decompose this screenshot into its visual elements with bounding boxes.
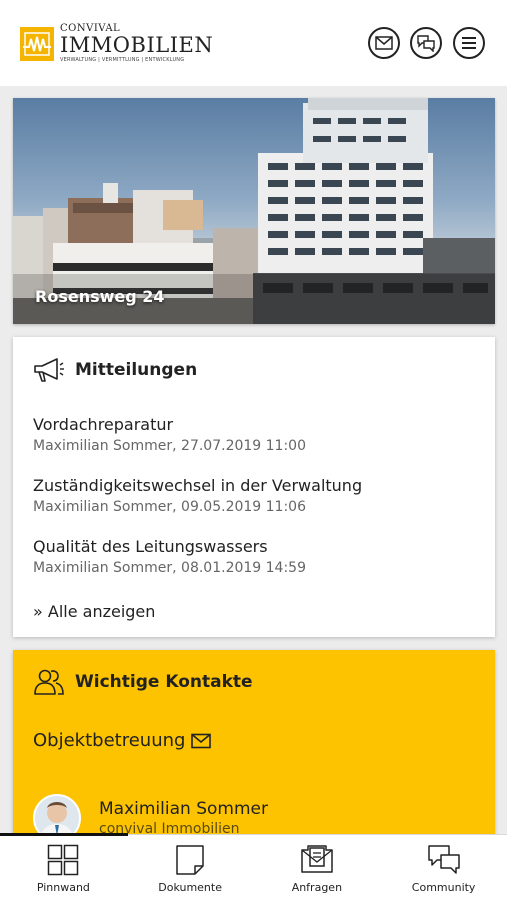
- tab-label: Dokumente: [158, 881, 222, 894]
- tab-label: Community: [411, 881, 476, 894]
- inquiry-icon: [301, 845, 333, 873]
- mail-icon: [191, 733, 212, 748]
- property-hero[interactable]: Rosensweg 24: [13, 98, 495, 324]
- contacts-icon: [34, 669, 64, 695]
- section-label: Objektbetreuung: [33, 730, 186, 751]
- logo-tagline: VERWALTUNG | VERMITTLUNG | ENTWICKLUNG: [60, 57, 185, 63]
- tab-label: Anfragen: [291, 881, 343, 894]
- message-meta: Maximilian Sommer, 09.05.2019 11:06: [33, 499, 306, 515]
- mail-button[interactable]: [368, 27, 400, 59]
- grid-icon: [48, 844, 79, 876]
- logo-mark-icon: [20, 26, 54, 61]
- objektbetreuung-link[interactable]: Objektbetreuung: [33, 730, 212, 751]
- menu-icon: [462, 37, 476, 49]
- menu-button[interactable]: [453, 27, 485, 59]
- megaphone-icon: [34, 358, 64, 382]
- document-icon: [176, 845, 204, 875]
- messages-title: Mitteilungen: [75, 360, 198, 380]
- show-all-link[interactable]: » Alle anzeigen: [33, 602, 155, 621]
- logo-big-text: IMMOBILIEN: [60, 33, 214, 57]
- tab-pinnwand[interactable]: Pinnwand: [0, 835, 127, 900]
- company-logo[interactable]: CONVIVAL IMMOBILIEN VERWALTUNG | VERMITT…: [20, 24, 213, 63]
- community-chat-icon: [427, 845, 460, 874]
- person-text: Maximilian Sommer convival Immobilien: [99, 799, 268, 837]
- mail-icon: [375, 36, 393, 50]
- bottom-tab-bar: Pinnwand Dokumente Anfragen Community: [0, 833, 507, 900]
- message-title: Zuständigkeitswechsel in der Verwaltung: [33, 476, 363, 495]
- message-item[interactable]: Qualität des Leitungswassers Maximilian …: [33, 537, 306, 576]
- logo-text: CONVIVAL IMMOBILIEN VERWALTUNG | VERMITT…: [60, 24, 213, 63]
- message-item[interactable]: Zuständigkeitswechsel in der Verwaltung …: [33, 476, 362, 515]
- contacts-title: Wichtige Kontakte: [75, 672, 253, 692]
- message-meta: Maximilian Sommer, 08.01.2019 14:59: [33, 560, 306, 576]
- person-name: Maximilian Sommer: [99, 799, 268, 819]
- message-meta: Maximilian Sommer, 27.07.2019 11:00: [33, 438, 306, 454]
- property-title: Rosensweg 24: [35, 287, 165, 306]
- tab-dokumente[interactable]: Dokumente: [127, 835, 254, 900]
- chat-button[interactable]: [410, 27, 442, 59]
- message-item[interactable]: Vordachreparatur Maximilian Sommer, 27.0…: [33, 415, 306, 454]
- messages-header: Mitteilungen: [33, 357, 197, 383]
- tab-community[interactable]: Community: [380, 835, 507, 900]
- messages-card: Mitteilungen Vordachreparatur Maximilian…: [13, 337, 495, 637]
- tab-label: Pinnwand: [36, 881, 90, 894]
- chat-icon: [417, 35, 435, 52]
- tab-anfragen[interactable]: Anfragen: [254, 835, 381, 900]
- contacts-card: Wichtige Kontakte Objektbetreuung Maximi…: [13, 650, 495, 842]
- tab-indicator: [0, 833, 128, 836]
- contacts-header: Wichtige Kontakte: [33, 668, 253, 696]
- app-header: CONVIVAL IMMOBILIEN VERWALTUNG | VERMITT…: [0, 0, 507, 86]
- message-title: Qualität des Leitungswassers: [33, 537, 268, 556]
- message-title: Vordachreparatur: [33, 415, 174, 434]
